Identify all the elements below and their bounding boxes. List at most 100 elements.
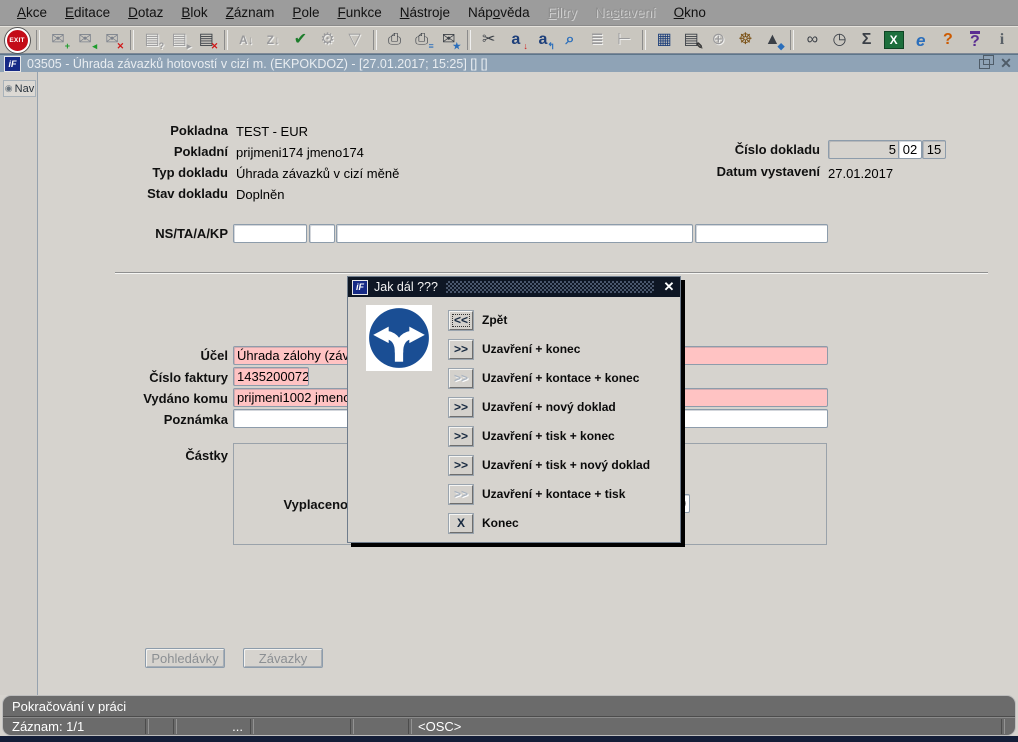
search-documents-icon[interactable]: ∞ [800, 28, 824, 52]
akce-field[interactable] [336, 224, 693, 243]
menu-zaznam[interactable]: Záznam [217, 5, 284, 20]
uzavreni-novy-doklad-button[interactable]: >> [449, 398, 473, 417]
pohledavky-button: Pohledávky [145, 648, 225, 668]
uzavreni-tisk-novy-doklad-button[interactable]: >> [449, 456, 473, 475]
typ-dokladu-value: Úhrada závazků v cizí měně [236, 166, 399, 181]
menu-dotaz[interactable]: Dotaz [119, 5, 172, 20]
option-uzavreni-tisk-konec[interactable]: >> Uzavření + tisk + konec [449, 426, 650, 446]
castky-label: Částky [40, 448, 228, 463]
send-mail-icon[interactable]: ✉★ [437, 28, 461, 52]
cislo-dokladu-field-2[interactable]: 02 [898, 140, 922, 159]
option-uzavreni-tisk-novy-doklad[interactable]: >> Uzavření + tisk + nový doklad [449, 455, 650, 475]
vydano-komu-label: Vydáno komu [40, 391, 228, 406]
help-icon[interactable]: ? [963, 28, 987, 52]
menu-akce[interactable]: Akce [8, 5, 56, 20]
alerts-icon[interactable]: ▲◆ [760, 28, 784, 52]
uzavreni-konec-button[interactable]: >> [449, 340, 473, 359]
pokladni-label: Pokladní [40, 144, 228, 159]
option-label: Zpět [482, 313, 507, 327]
option-label: Uzavření + nový doklad [482, 400, 616, 414]
delete-record-icon[interactable]: ✉✕ [100, 28, 124, 52]
edit-document-icon[interactable]: ▤✎ [679, 28, 703, 52]
record-counter: Záznam: 1/1 [12, 719, 84, 734]
status-separator [250, 719, 254, 734]
navigator-panel: ◉ Nav [0, 72, 38, 695]
status-separator [408, 719, 412, 734]
cislo-dokladu-field-1[interactable]: 5 [828, 140, 900, 159]
enter-query-icon: ▤? [140, 28, 164, 52]
duplicate-record-icon[interactable]: ✉◂ [73, 28, 97, 52]
calendar-icon[interactable]: ▦ [652, 28, 676, 52]
sort-ascending-icon: A↓ [234, 28, 258, 52]
dialog-options: << Zpět >> Uzavření + konec >> Uzavření … [449, 310, 650, 533]
paste-text-icon[interactable]: a↓ [504, 28, 528, 52]
menu-blok[interactable]: Blok [172, 5, 216, 20]
uzavreni-tisk-konec-button[interactable]: >> [449, 427, 473, 446]
menu-nastaveni: Nastavení [586, 5, 665, 20]
menu-napoveda[interactable]: Nápověda [459, 5, 539, 20]
info-icon[interactable]: i [990, 28, 1014, 52]
commit-icon[interactable]: ✔ [288, 28, 312, 52]
stav-dokladu-value: Doplněn [236, 187, 284, 202]
print-icon[interactable]: ⎙ [383, 28, 407, 52]
status-message-row: Pokračování v práci [3, 696, 1015, 717]
option-uzavreni-novy-doklad[interactable]: >> Uzavření + nový doklad [449, 397, 650, 417]
option-label: Uzavření + kontace + konec [482, 371, 639, 385]
browser-icon[interactable]: e [909, 28, 933, 52]
option-konec[interactable]: X Konec [449, 513, 650, 533]
cislo-dokladu-label: Číslo dokladu [640, 142, 820, 157]
dialog-title: Jak dál ??? [374, 280, 438, 294]
print-batch-icon[interactable]: ⎙≡ [410, 28, 434, 52]
replace-text-icon[interactable]: a↰ [531, 28, 555, 52]
filter-icon: ▽ [343, 28, 367, 52]
toolbar-separator [224, 30, 228, 50]
find-icon[interactable]: ⌕ [558, 28, 582, 52]
pokladni-value: prijmeni174 jmeno174 [236, 145, 364, 160]
cut-icon[interactable]: ✂ [477, 28, 501, 52]
consultation-icon[interactable]: ? [936, 28, 960, 52]
option-uzavreni-konec[interactable]: >> Uzavření + konec [449, 339, 650, 359]
ucel-label: Účel [40, 348, 228, 363]
toolbar-separator [36, 30, 40, 50]
vyplaceno-label: Vyplaceno [240, 497, 348, 512]
menu-funkce[interactable]: Funkce [328, 5, 390, 20]
option-zpet[interactable]: << Zpět [449, 310, 650, 330]
tools-icon: ⚙ [315, 28, 339, 52]
dialog-close-icon[interactable]: ✕ [662, 279, 676, 295]
menu-editace[interactable]: Editace [56, 5, 119, 20]
execute-query-icon: ▤▸ [167, 28, 191, 52]
kp-field[interactable] [695, 224, 828, 243]
toolbar: EXIT ✉+ ✉◂ ✉✕ ▤? ▤▸ ▤✕ A↓ Z↓ ✔ ⚙ ▽ ⎙ ⎙≡ … [0, 26, 1018, 54]
window-restore-icon[interactable] [979, 59, 990, 69]
window-titlebar: iF 03505 - Úhrada závazků hotovostí v ci… [0, 54, 1018, 72]
pokladna-value: TEST - EUR [236, 124, 308, 139]
datum-vystaveni-value: 27.01.2017 [828, 166, 893, 181]
ta-field[interactable] [309, 224, 335, 243]
menu-filtry: Filtry [539, 5, 586, 20]
toolbar-separator [790, 30, 794, 50]
cancel-query-icon[interactable]: ▤✕ [194, 28, 218, 52]
window-close-icon[interactable]: ✕ [998, 55, 1014, 72]
excel-export-icon[interactable]: X [882, 28, 906, 52]
ns-field[interactable] [233, 224, 307, 243]
cislo-faktury-field[interactable]: 1435200072 [233, 367, 309, 386]
insert-record-icon[interactable]: ✉+ [46, 28, 70, 52]
toolbar-separator [130, 30, 134, 50]
menu-okno[interactable]: Okno [665, 5, 715, 20]
ns-ta-a-kp-label: NS/TA/A/KP [40, 226, 228, 241]
dialog-title-pattern [446, 281, 654, 293]
exit-button[interactable]: EXIT [4, 28, 30, 52]
cislo-faktury-label: Číslo faktury [40, 370, 228, 385]
sum-icon[interactable]: Σ [855, 28, 879, 52]
nav-tab[interactable]: ◉ Nav [3, 80, 36, 97]
menu-pole[interactable]: Pole [283, 5, 328, 20]
scheduler-icon[interactable]: ◷ [827, 28, 851, 52]
cislo-dokladu-field-3[interactable]: 15 [922, 140, 946, 159]
radio-icon: ◉ [5, 83, 13, 94]
menu-nastroje[interactable]: Nástroje [391, 5, 459, 20]
status-record-row: Záznam: 1/1 ... <OSC> [3, 717, 1015, 735]
konec-button[interactable]: X [449, 514, 473, 533]
status-separator [173, 719, 177, 734]
navigator-wheel-icon[interactable]: ☸ [733, 28, 757, 52]
zpet-button[interactable]: << [449, 311, 473, 330]
